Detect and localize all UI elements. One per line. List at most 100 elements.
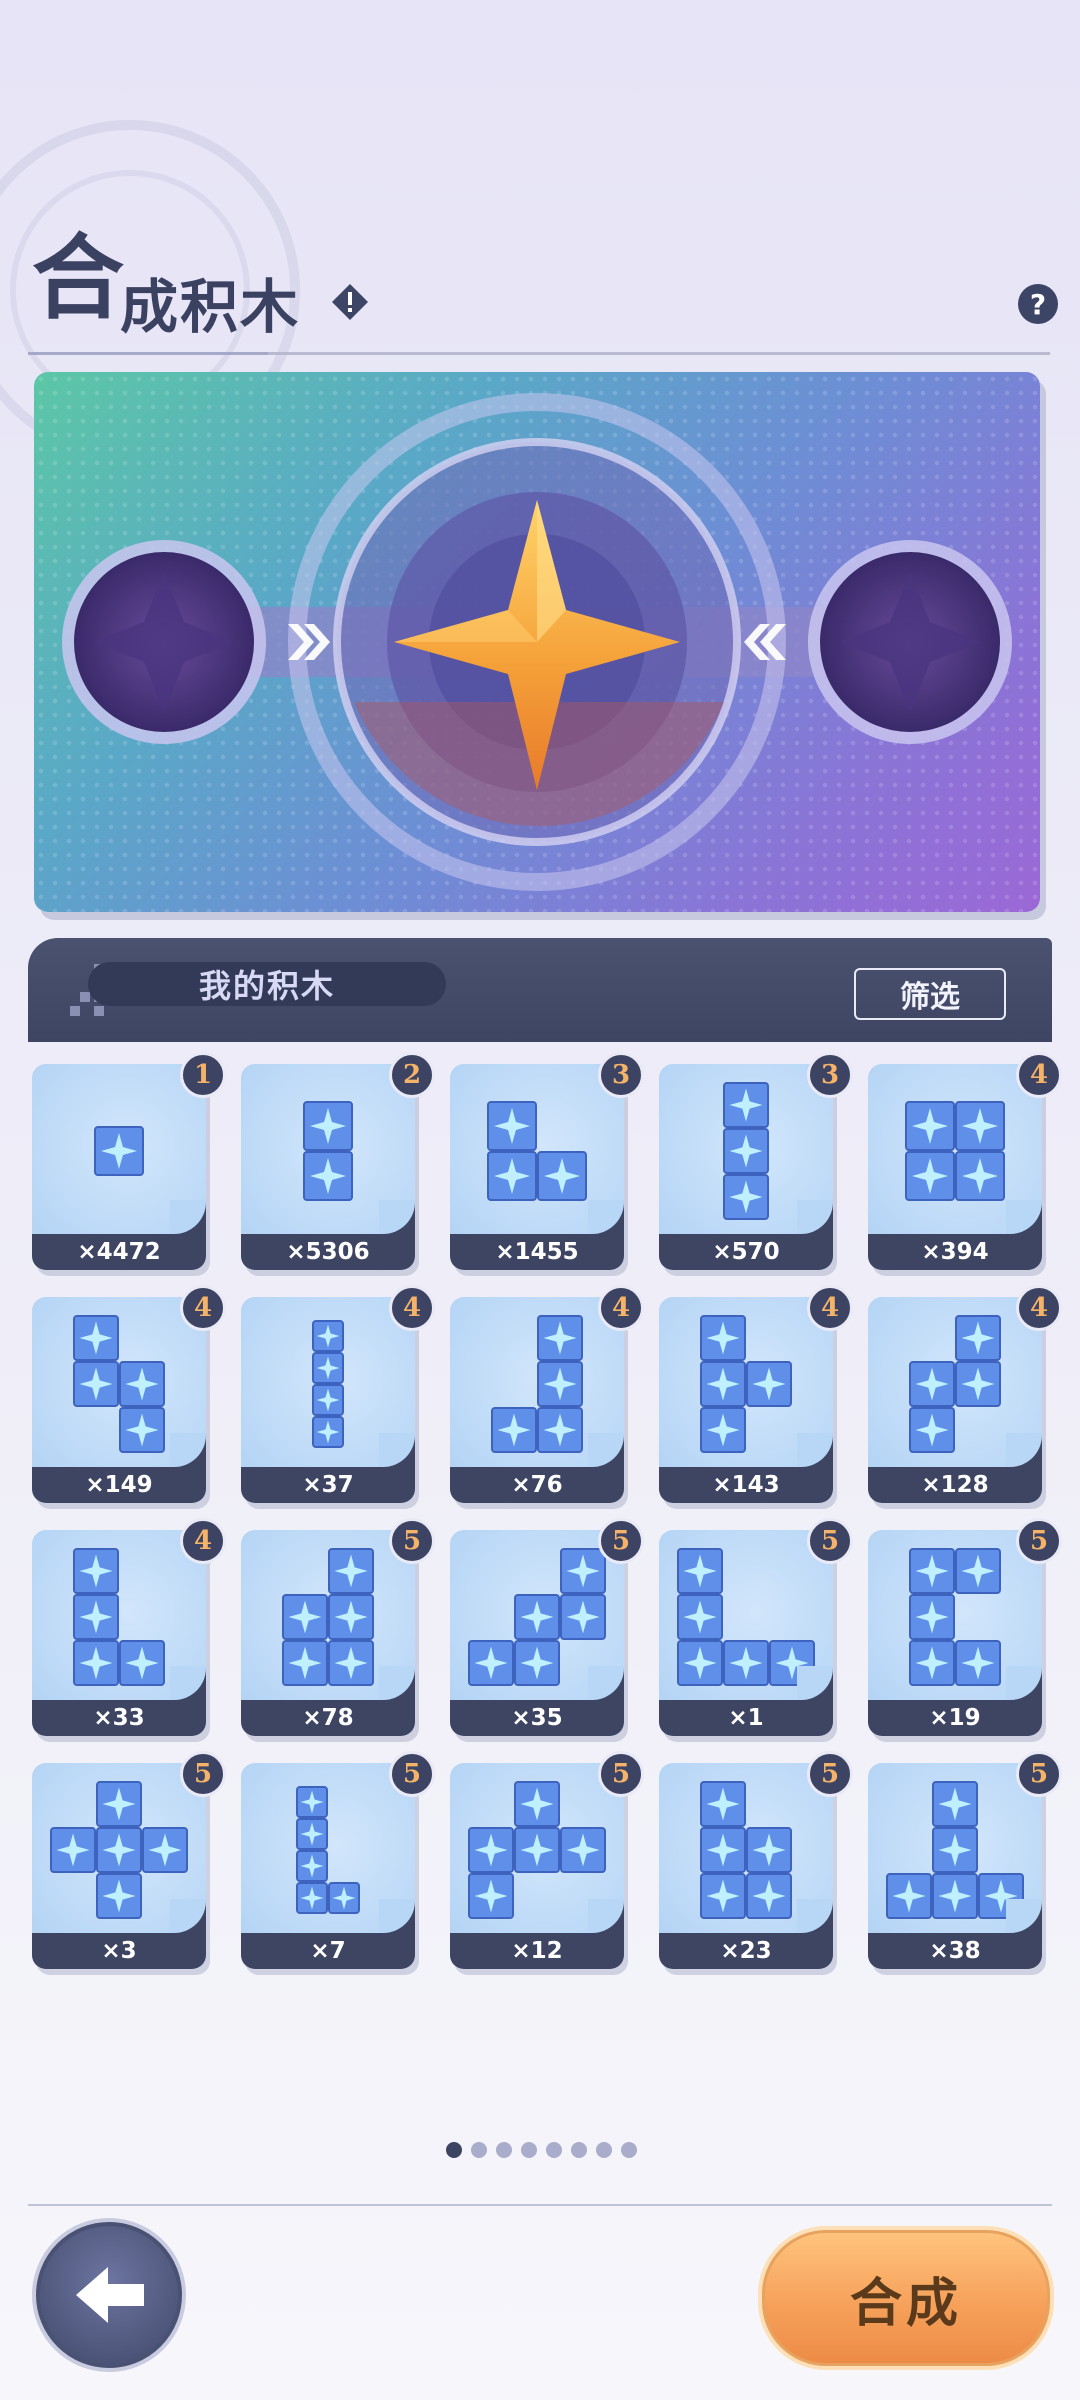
- block-count: ×12: [450, 1899, 624, 1969]
- block-tier-badge: 4: [389, 1285, 435, 1331]
- block-cell: [303, 1101, 353, 1151]
- block-cell: [96, 1781, 142, 1827]
- page-dot[interactable]: [496, 2142, 512, 2158]
- block-card[interactable]: ×1455: [450, 1064, 624, 1270]
- block-card[interactable]: ×3: [32, 1763, 206, 1969]
- block-count: ×149: [32, 1433, 206, 1503]
- page-dot[interactable]: [571, 2142, 587, 2158]
- block-cell: [700, 1781, 746, 1827]
- block-count-label: ×37: [302, 1472, 354, 1498]
- block-count-label: ×38: [929, 1938, 981, 1964]
- block-cell: [700, 1827, 746, 1873]
- block-count: ×38: [868, 1899, 1042, 1969]
- block-count: ×570: [659, 1200, 833, 1270]
- inventory-title: 我的积木: [88, 962, 446, 1006]
- block-card[interactable]: ×33: [32, 1530, 206, 1736]
- block-cell: [560, 1827, 606, 1873]
- block-cell: [909, 1548, 955, 1594]
- block-cell: [73, 1640, 119, 1686]
- block-tier-badge: 4: [598, 1285, 644, 1331]
- block-tier-badge: 3: [598, 1052, 644, 1098]
- block-cell: [328, 1640, 374, 1686]
- block-count: ×128: [868, 1433, 1042, 1503]
- page-dot[interactable]: [521, 2142, 537, 2158]
- block-card[interactable]: ×23: [659, 1763, 833, 1969]
- block-card[interactable]: ×37: [241, 1297, 415, 1503]
- block-card[interactable]: ×12: [450, 1763, 624, 1969]
- block-cell: [746, 1361, 792, 1407]
- question-icon[interactable]: ?: [1018, 284, 1058, 324]
- filter-button[interactable]: 筛选: [854, 968, 1006, 1020]
- block-card[interactable]: ×570: [659, 1064, 833, 1270]
- block-tier-badge: 5: [389, 1751, 435, 1797]
- block-card[interactable]: ×128: [868, 1297, 1042, 1503]
- block-cell: [296, 1882, 328, 1914]
- block-card[interactable]: ×7: [241, 1763, 415, 1969]
- block-cell: [514, 1594, 560, 1640]
- block-cell: [282, 1640, 328, 1686]
- block-tier-badge: 5: [1016, 1751, 1062, 1797]
- page-dot[interactable]: [471, 2142, 487, 2158]
- block-cell: [955, 1101, 1005, 1151]
- block-tier-badge: 5: [389, 1518, 435, 1564]
- block-tier-badge: 5: [180, 1751, 226, 1797]
- block-card[interactable]: ×19: [868, 1530, 1042, 1736]
- block-cell: [296, 1818, 328, 1850]
- block-cell: [955, 1151, 1005, 1201]
- page-header: 合 成积木 ?: [28, 220, 1058, 341]
- block-cell: [73, 1594, 119, 1640]
- block-count-label: ×394: [921, 1239, 989, 1265]
- page-dot[interactable]: [596, 2142, 612, 2158]
- block-count-label: ×33: [93, 1705, 145, 1731]
- block-count-label: ×143: [712, 1472, 780, 1498]
- block-cell: [909, 1361, 955, 1407]
- block-card[interactable]: ×35: [450, 1530, 624, 1736]
- block-cell: [932, 1781, 978, 1827]
- block-tier-badge: 4: [180, 1285, 226, 1331]
- block-cell: [96, 1873, 142, 1919]
- block-cell: [312, 1416, 344, 1448]
- block-tier-badge: 5: [807, 1518, 853, 1564]
- block-cell: [723, 1082, 769, 1128]
- page-dot[interactable]: [446, 2142, 462, 2158]
- inventory-header: 我的积木 筛选: [28, 938, 1052, 1042]
- block-cell: [514, 1781, 560, 1827]
- block-cell: [328, 1548, 374, 1594]
- block-cell: [119, 1407, 165, 1453]
- block-count-label: ×1455: [495, 1239, 579, 1265]
- block-cell: [468, 1640, 514, 1686]
- page-dot[interactable]: [621, 2142, 637, 2158]
- warning-diamond-icon[interactable]: [330, 282, 370, 322]
- block-tier-badge: 5: [807, 1751, 853, 1797]
- block-card[interactable]: ×394: [868, 1064, 1042, 1270]
- block-cell: [537, 1407, 583, 1453]
- block-cell: [723, 1174, 769, 1220]
- block-cell: [955, 1361, 1001, 1407]
- block-cell: [94, 1126, 144, 1176]
- page-dot[interactable]: [546, 2142, 562, 2158]
- block-count: ×394: [868, 1200, 1042, 1270]
- block-card[interactable]: ×78: [241, 1530, 415, 1736]
- block-count: ×1: [659, 1666, 833, 1736]
- block-count: ×1455: [450, 1200, 624, 1270]
- block-cell: [677, 1548, 723, 1594]
- block-card[interactable]: ×38: [868, 1763, 1042, 1969]
- back-button[interactable]: [32, 2218, 186, 2372]
- synthesize-button[interactable]: 合成: [758, 2226, 1054, 2370]
- block-cell: [746, 1827, 792, 1873]
- block-cell: [142, 1827, 188, 1873]
- block-card[interactable]: ×76: [450, 1297, 624, 1503]
- block-cell: [746, 1873, 792, 1919]
- block-card[interactable]: ×149: [32, 1297, 206, 1503]
- block-cell: [723, 1640, 769, 1686]
- block-cell: [909, 1640, 955, 1686]
- block-cell: [296, 1786, 328, 1818]
- block-count: ×78: [241, 1666, 415, 1736]
- block-card[interactable]: ×143: [659, 1297, 833, 1503]
- block-card[interactable]: ×1: [659, 1530, 833, 1736]
- block-count-label: ×3: [101, 1938, 137, 1964]
- block-cell: [303, 1151, 353, 1201]
- block-card[interactable]: ×4472: [32, 1064, 206, 1270]
- block-cell: [723, 1128, 769, 1174]
- block-card[interactable]: ×5306: [241, 1064, 415, 1270]
